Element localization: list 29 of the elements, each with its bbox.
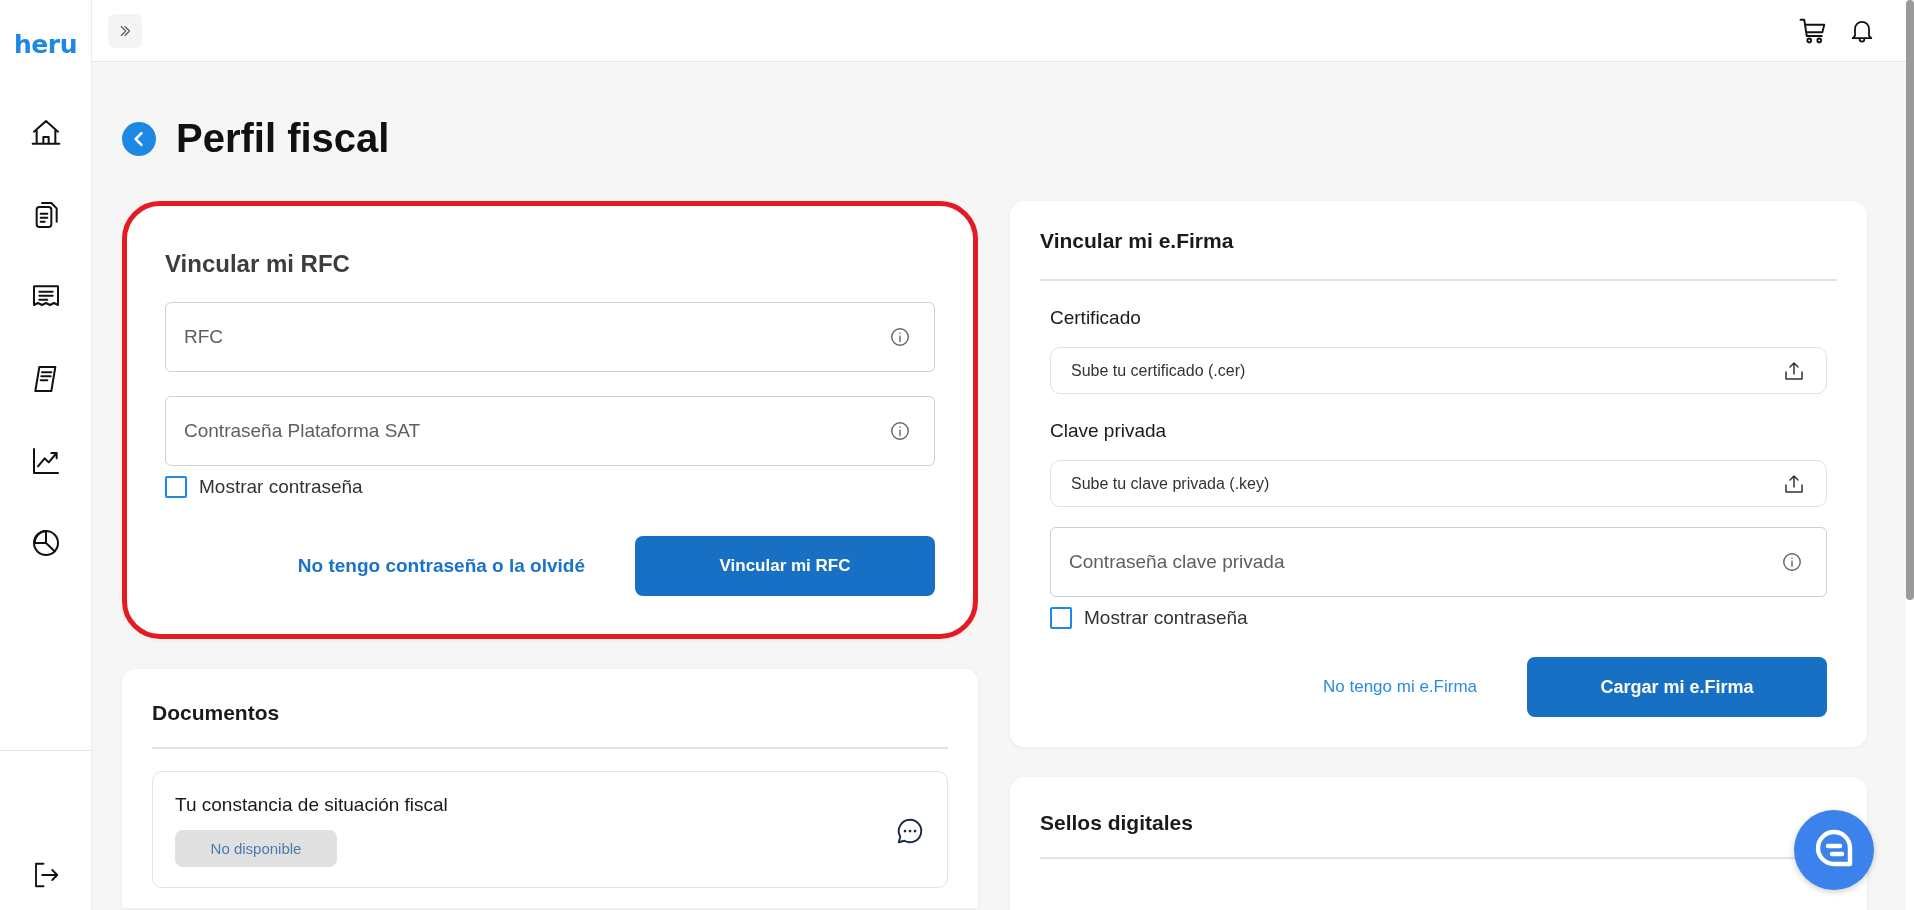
checkbox[interactable]	[165, 476, 187, 498]
upload-efirma-button[interactable]: Cargar mi e.Firma	[1527, 657, 1827, 717]
info-icon[interactable]	[1781, 551, 1803, 573]
info-icon[interactable]	[889, 326, 911, 348]
file-upload-field[interactable]: Sube tu certificado (.cer)	[1050, 347, 1827, 394]
card-title: Sellos digitales	[1040, 811, 1194, 835]
file-upload-field[interactable]: Sube tu clave privada (.key)	[1050, 460, 1827, 507]
field-label: Certificado	[1050, 307, 1142, 329]
info-icon[interactable]	[889, 420, 911, 442]
checkbox-label: Mostrar contraseña	[1084, 607, 1248, 629]
field-label: Clave privada	[1050, 420, 1168, 442]
back-button[interactable]	[122, 121, 156, 156]
no-efirma-link[interactable]: No tengo mi e.Firma	[1323, 677, 1477, 697]
link-rfc-button[interactable]: Vincular mi RFC	[635, 536, 935, 596]
logo[interactable]: heru	[14, 30, 77, 59]
status-badge: No disponible	[175, 830, 337, 867]
input-field[interactable]: RFC	[165, 302, 935, 372]
checkbox-label: Mostrar contraseña	[199, 476, 363, 498]
input-field[interactable]: Contraseña Plataforma SAT	[165, 396, 935, 466]
card-title: Vincular mi e.Firma	[1040, 229, 1235, 253]
checkbox[interactable]	[1050, 607, 1072, 629]
page-title: Perfil fiscal	[176, 116, 390, 161]
input-field[interactable]: Contraseña clave privada	[1050, 527, 1827, 597]
expand-button[interactable]	[108, 13, 142, 48]
scrollbar[interactable]	[1906, 0, 1914, 910]
document-title: Tu constancia de situación fiscal	[175, 794, 448, 816]
card-title: Documentos	[152, 701, 281, 725]
forgot-password-link[interactable]: No tengo contraseña o la olvidé	[297, 555, 585, 577]
card-title: Vincular mi RFC	[165, 250, 351, 278]
